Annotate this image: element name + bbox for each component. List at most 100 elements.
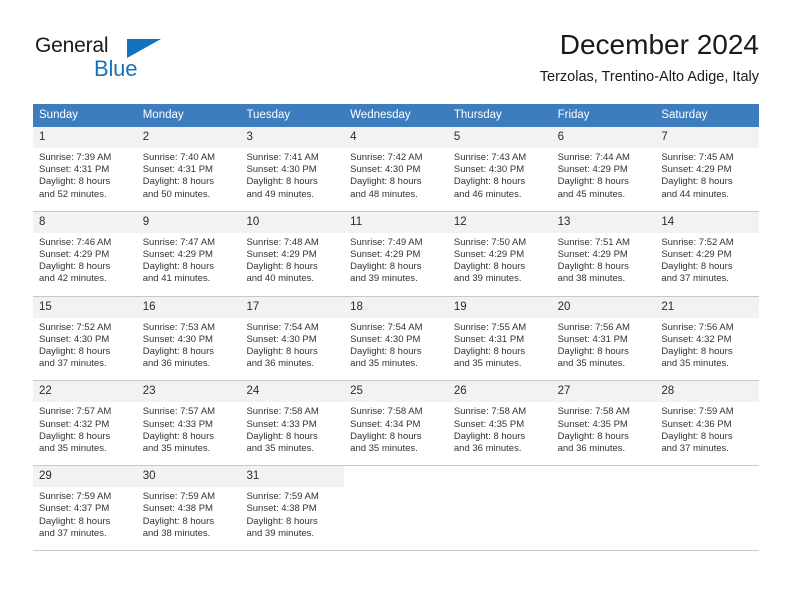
- day-cell-empty: [447, 466, 552, 551]
- day-details: Sunrise: 7:56 AM Sunset: 4:31 PM Dayligh…: [552, 318, 656, 381]
- daylight-line1: Daylight: 8 hours: [246, 346, 318, 358]
- daylight-line1: Daylight: 8 hours: [557, 430, 629, 442]
- day-cell[interactable]: 21 Sunrise: 7:56 AM Sunset: 4:32 PM Dayl…: [655, 296, 760, 381]
- daylight-line2: and 45 minutes.: [557, 188, 626, 200]
- sunrise-text: Sunrise: 7:42 AM: [350, 152, 423, 163]
- sunrise-text: Sunrise: 7:40 AM: [142, 152, 216, 163]
- sunrise-text: Sunrise: 7:52 AM: [39, 321, 112, 333]
- day-number: 2: [136, 127, 241, 148]
- day-cell[interactable]: 5 Sunrise: 7:43 AM Sunset: 4:30 PM Dayli…: [447, 127, 552, 211]
- daylight-line1: Daylight: 8 hours: [142, 515, 215, 527]
- day-cell[interactable]: 7 Sunrise: 7:45 AM Sunset: 4:29 PM Dayli…: [655, 127, 760, 211]
- day-number: 20: [551, 296, 656, 318]
- day-cell[interactable]: 28 Sunrise: 7:59 AM Sunset: 4:36 PM Dayl…: [655, 381, 760, 466]
- logo-text-general: General: [35, 34, 109, 57]
- day-details: Sunrise: 7:40 AM Sunset: 4:31 PM Dayligh…: [137, 148, 241, 211]
- day-cell[interactable]: 18 Sunrise: 7:54 AM Sunset: 4:30 PM Dayl…: [344, 296, 448, 381]
- day-details: [448, 487, 552, 501]
- daylight-line1: Daylight: 8 hours: [661, 346, 733, 358]
- day-details: Sunrise: 7:41 AM Sunset: 4:30 PM Dayligh…: [240, 148, 344, 211]
- day-cell[interactable]: 25 Sunrise: 7:58 AM Sunset: 4:34 PM Dayl…: [344, 381, 448, 466]
- day-number: 15: [33, 296, 137, 318]
- day-cell[interactable]: 31 Sunrise: 7:59 AM Sunset: 4:38 PM Dayl…: [240, 466, 345, 551]
- day-cell[interactable]: 6 Sunrise: 7:44 AM Sunset: 4:29 PM Dayli…: [551, 127, 656, 211]
- sunrise-text: Sunrise: 7:43 AM: [453, 152, 527, 163]
- daylight-line1: Daylight: 8 hours: [661, 176, 733, 188]
- day-cell[interactable]: 2 Sunrise: 7:40 AM Sunset: 4:31 PM Dayli…: [136, 127, 241, 211]
- sunset-text: Sunset: 4:34 PM: [350, 418, 421, 430]
- daylight-line2: and 46 minutes.: [453, 188, 522, 200]
- sunset-text: Sunset: 4:30 PM: [246, 333, 317, 345]
- daylight-line1: Daylight: 8 hours: [39, 346, 111, 358]
- sunrise-text: Sunrise: 7:46 AM: [39, 236, 112, 248]
- day-cell[interactable]: 27 Sunrise: 7:58 AM Sunset: 4:35 PM Dayl…: [551, 381, 656, 466]
- day-details: Sunrise: 7:43 AM Sunset: 4:30 PM Dayligh…: [448, 148, 552, 211]
- day-number: 4: [344, 127, 448, 148]
- day-details: Sunrise: 7:55 AM Sunset: 4:31 PM Dayligh…: [448, 318, 552, 381]
- day-cell[interactable]: 24 Sunrise: 7:58 AM Sunset: 4:33 PM Dayl…: [240, 381, 345, 466]
- sunset-text: Sunset: 4:29 PM: [557, 249, 628, 261]
- day-details: Sunrise: 7:58 AM Sunset: 4:35 PM Dayligh…: [552, 402, 656, 465]
- daylight-line1: Daylight: 8 hours: [453, 261, 526, 273]
- title-block: December 2024 Terzolas, Trentino-Alto Ad…: [540, 28, 759, 86]
- day-cell[interactable]: 8 Sunrise: 7:46 AM Sunset: 4:29 PM Dayli…: [33, 211, 137, 296]
- sunrise-text: Sunrise: 7:53 AM: [142, 321, 216, 333]
- day-cell[interactable]: 23 Sunrise: 7:57 AM Sunset: 4:33 PM Dayl…: [136, 381, 241, 466]
- day-cell[interactable]: 29 Sunrise: 7:59 AM Sunset: 4:37 PM Dayl…: [33, 466, 137, 551]
- daylight-line2: and 35 minutes.: [661, 358, 729, 370]
- day-details: Sunrise: 7:42 AM Sunset: 4:30 PM Dayligh…: [344, 148, 448, 211]
- day-cell[interactable]: 15 Sunrise: 7:52 AM Sunset: 4:30 PM Dayl…: [33, 296, 137, 381]
- day-number: 24: [240, 381, 345, 403]
- day-cell[interactable]: 19 Sunrise: 7:55 AM Sunset: 4:31 PM Dayl…: [447, 296, 552, 381]
- day-cell[interactable]: 14 Sunrise: 7:52 AM Sunset: 4:29 PM Dayl…: [655, 211, 760, 296]
- daylight-line2: and 39 minutes.: [350, 273, 418, 285]
- daylight-line2: and 50 minutes.: [142, 188, 211, 200]
- calendar-week-row: 1 Sunrise: 7:39 AM Sunset: 4:31 PM Dayli…: [33, 127, 760, 212]
- day-details: Sunrise: 7:39 AM Sunset: 4:31 PM Dayligh…: [33, 148, 137, 211]
- daylight-line2: and 37 minutes.: [39, 358, 107, 370]
- calendar-page: General Blue December 2024 Terzolas, Tre…: [0, 0, 792, 612]
- day-number: 16: [136, 296, 241, 318]
- day-cell[interactable]: 9 Sunrise: 7:47 AM Sunset: 4:29 PM Dayli…: [136, 211, 241, 296]
- day-cell[interactable]: 4 Sunrise: 7:42 AM Sunset: 4:30 PM Dayli…: [344, 127, 448, 211]
- daylight-line2: and 44 minutes.: [661, 188, 729, 200]
- weekday-header-saturday: Saturday: [661, 109, 708, 121]
- day-cell[interactable]: 3 Sunrise: 7:41 AM Sunset: 4:30 PM Dayli…: [240, 127, 345, 211]
- daylight-line1: Daylight: 8 hours: [142, 261, 215, 273]
- day-cell[interactable]: 17 Sunrise: 7:54 AM Sunset: 4:30 PM Dayl…: [240, 296, 345, 381]
- page-title: December 2024: [559, 29, 759, 60]
- daylight-line1: Daylight: 8 hours: [246, 176, 318, 188]
- sunrise-text: Sunrise: 7:58 AM: [453, 406, 527, 418]
- daylight-line1: Daylight: 8 hours: [453, 346, 526, 358]
- day-number: 11: [344, 211, 448, 233]
- day-cell[interactable]: 1 Sunrise: 7:39 AM Sunset: 4:31 PM Dayli…: [33, 127, 137, 211]
- day-number: 21: [655, 296, 760, 318]
- sunset-text: Sunset: 4:30 PM: [39, 333, 110, 345]
- general-blue-logo[interactable]: General Blue: [33, 34, 173, 86]
- weekday-header-row: Sunday Monday Tuesday Wednesday Thursday…: [33, 104, 759, 127]
- day-cell[interactable]: 11 Sunrise: 7:49 AM Sunset: 4:29 PM Dayl…: [344, 211, 448, 296]
- day-cell[interactable]: 30 Sunrise: 7:59 AM Sunset: 4:38 PM Dayl…: [136, 466, 241, 551]
- sunset-text: Sunset: 4:33 PM: [246, 418, 317, 430]
- daylight-line2: and 38 minutes.: [142, 527, 211, 539]
- sunset-text: Sunset: 4:29 PM: [350, 249, 421, 261]
- sunrise-text: Sunrise: 7:39 AM: [39, 152, 112, 163]
- daylight-line2: and 36 minutes.: [246, 358, 315, 370]
- day-cell[interactable]: 22 Sunrise: 7:57 AM Sunset: 4:32 PM Dayl…: [33, 381, 137, 466]
- sunrise-text: Sunrise: 7:58 AM: [557, 406, 630, 418]
- sunrise-text: Sunrise: 7:59 AM: [39, 491, 112, 503]
- day-cell[interactable]: 16 Sunrise: 7:53 AM Sunset: 4:30 PM Dayl…: [136, 296, 241, 381]
- daylight-line2: and 37 minutes.: [39, 527, 107, 539]
- calendar-week-row: 8 Sunrise: 7:46 AM Sunset: 4:29 PM Dayli…: [33, 211, 760, 297]
- day-cell[interactable]: 20 Sunrise: 7:56 AM Sunset: 4:31 PM Dayl…: [551, 296, 656, 381]
- daylight-line2: and 35 minutes.: [142, 443, 211, 455]
- day-cell[interactable]: 12 Sunrise: 7:50 AM Sunset: 4:29 PM Dayl…: [447, 211, 552, 296]
- day-number: 13: [551, 211, 656, 233]
- day-number: 17: [240, 296, 345, 318]
- day-cell[interactable]: 10 Sunrise: 7:48 AM Sunset: 4:29 PM Dayl…: [240, 211, 345, 296]
- day-cell[interactable]: 26 Sunrise: 7:58 AM Sunset: 4:35 PM Dayl…: [447, 381, 552, 466]
- weekday-header-sunday: Sunday: [39, 109, 79, 121]
- day-details: Sunrise: 7:58 AM Sunset: 4:35 PM Dayligh…: [448, 402, 552, 465]
- daylight-line1: Daylight: 8 hours: [39, 430, 111, 442]
- day-cell[interactable]: 13 Sunrise: 7:51 AM Sunset: 4:29 PM Dayl…: [551, 211, 656, 296]
